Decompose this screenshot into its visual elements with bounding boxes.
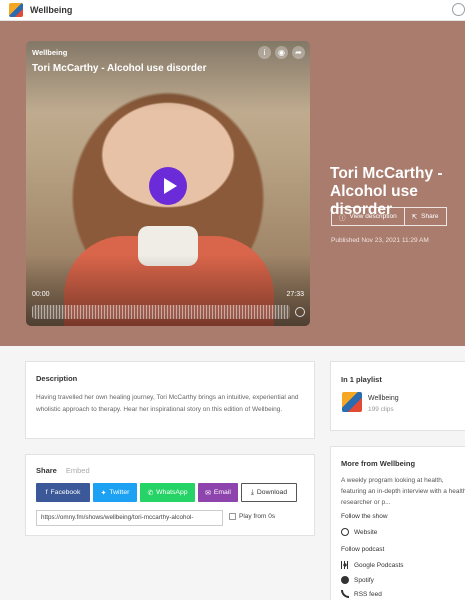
google-podcasts-label: Google Podcasts	[354, 561, 404, 569]
share-icon: ⇱	[411, 213, 418, 221]
email-icon: ✉	[205, 489, 211, 497]
description-heading: Description	[36, 374, 78, 383]
share-button[interactable]: ⇱ Share	[404, 207, 447, 226]
follow-podcast-label: Follow podcast	[341, 546, 385, 553]
twitter-button[interactable]: ✦ Twitter	[93, 483, 137, 502]
playlist-clip-count: 199 clips	[368, 406, 394, 413]
spotify-link[interactable]: Spotify	[341, 576, 374, 584]
waveform-scrubber[interactable]	[32, 305, 290, 319]
hero-section: Wellbeing Tori McCarthy - Alcohol use di…	[0, 21, 465, 346]
play-from-option[interactable]: Play from 0s	[229, 513, 275, 520]
whatsapp-button[interactable]: ✆ WhatsApp	[140, 483, 195, 502]
view-description-button[interactable]: ⓘ View description	[331, 207, 405, 226]
info-icon: ⓘ	[339, 214, 346, 222]
time-total: 27:33	[286, 291, 304, 298]
rss-icon	[341, 590, 349, 598]
spotify-label: Spotify	[354, 576, 374, 584]
play-from-label: Play from 0s	[239, 513, 276, 520]
share-buttons: f Facebook ✦ Twitter ✆ WhatsApp ✉ Email …	[36, 483, 297, 502]
top-bar: Wellbeing	[0, 0, 465, 21]
wellbeing-logo-icon[interactable]	[9, 3, 23, 17]
twitter-label: Twitter	[109, 489, 130, 496]
follow-show-label: Follow the show	[341, 513, 388, 520]
download-button[interactable]: ⤓ Download	[241, 483, 297, 502]
twitter-icon: ✦	[100, 489, 107, 497]
video-player[interactable]: Wellbeing Tori McCarthy - Alcohol use di…	[26, 41, 310, 326]
view-description-label: View description	[349, 213, 397, 220]
spotify-icon	[341, 576, 349, 584]
facebook-label: Facebook	[50, 489, 81, 496]
info-icon[interactable]: i	[258, 46, 271, 59]
playlist-heading: In 1 playlist	[341, 375, 382, 384]
whatsapp-label: WhatsApp	[156, 489, 188, 496]
website-label: Website	[354, 528, 378, 536]
playlist-name[interactable]: Wellbeing	[368, 395, 399, 402]
download-icon: ⤓	[250, 488, 254, 496]
published-date: Published Nov 23, 2021 11:29 AM	[331, 237, 429, 244]
share-tabs: Share Embed	[36, 466, 90, 475]
episode-actions: ⓘ View description ⇱ Share	[331, 207, 447, 226]
more-from-card: More from Wellbeing A weekly program loo…	[330, 446, 465, 600]
more-heading: More from Wellbeing	[341, 459, 416, 468]
playlist-thumbnail[interactable]	[342, 392, 362, 412]
share-url-field[interactable]: https://omny.fm/shows/wellbeing/tori-mcc…	[36, 510, 223, 526]
player-show-name[interactable]: Wellbeing	[32, 48, 67, 57]
play-from-checkbox[interactable]	[229, 513, 236, 520]
google-podcasts-link[interactable]: Google Podcasts	[341, 561, 404, 569]
tab-embed[interactable]: Embed	[66, 466, 90, 475]
time-current: 00:00	[32, 291, 50, 298]
facebook-button[interactable]: f Facebook	[36, 483, 90, 502]
play-icon[interactable]	[149, 167, 187, 205]
whatsapp-icon: ✆	[147, 489, 154, 497]
share-card: Share Embed f Facebook ✦ Twitter ✆ Whats…	[25, 454, 315, 536]
user-account-icon[interactable]	[452, 3, 465, 16]
facebook-icon: f	[45, 489, 48, 496]
description-text: Having travelled her own healing journey…	[36, 394, 299, 413]
rss-feed-link[interactable]: RSS feed	[341, 590, 382, 598]
subscribe-icon[interactable]: ◉	[275, 46, 288, 59]
playlist-card: In 1 playlist Wellbeing 199 clips	[330, 361, 465, 431]
website-link[interactable]: Website	[341, 528, 377, 536]
more-text: A weekly program looking at health, feat…	[341, 477, 465, 506]
google-podcasts-icon	[341, 561, 349, 569]
share-icon[interactable]: ➦	[292, 46, 305, 59]
share-label: Share	[421, 213, 439, 220]
speed-icon[interactable]	[295, 307, 305, 317]
description-card: Description Having travelled her own hea…	[25, 361, 315, 439]
tab-share[interactable]: Share	[36, 466, 57, 475]
rss-label: RSS feed	[354, 590, 382, 598]
player-episode-title: Tori McCarthy - Alcohol use disorder	[32, 63, 207, 74]
email-button[interactable]: ✉ Email	[198, 483, 238, 502]
email-label: Email	[213, 489, 231, 496]
download-label: Download	[256, 489, 288, 496]
brand-name[interactable]: Wellbeing	[30, 5, 72, 15]
globe-icon	[341, 528, 349, 536]
